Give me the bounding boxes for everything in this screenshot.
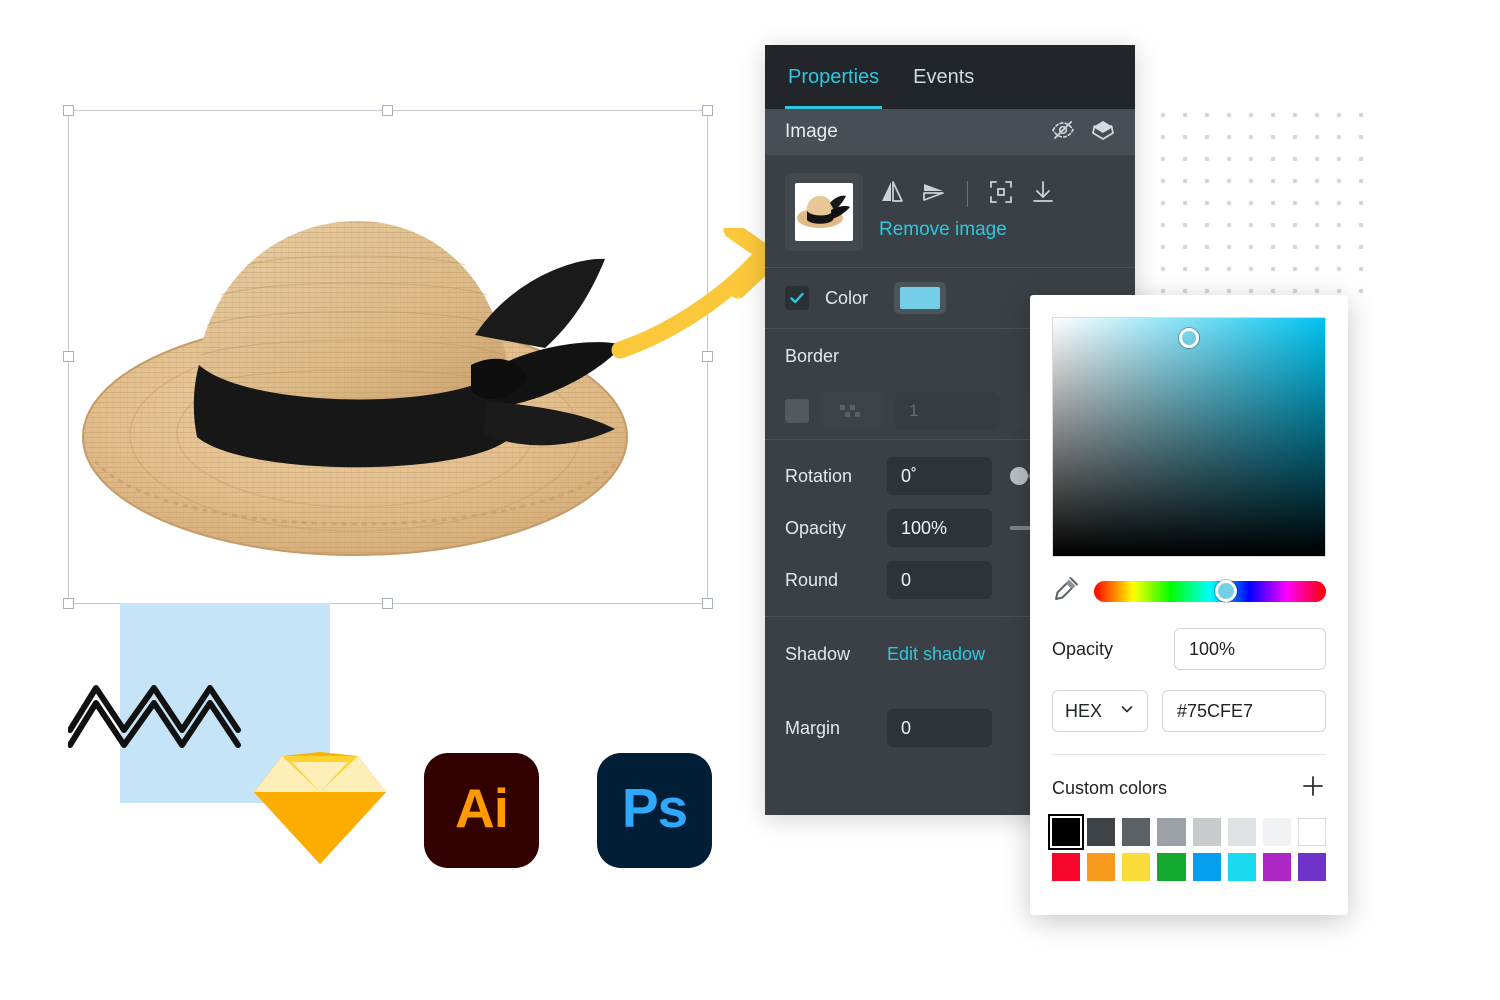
fit-icon[interactable] [988, 179, 1014, 210]
custom-color-swatch[interactable] [1157, 853, 1186, 881]
sv-cursor-handle[interactable] [1179, 328, 1199, 348]
custom-color-swatch[interactable] [1262, 853, 1291, 881]
download-icon[interactable] [1030, 179, 1056, 210]
adobe-illustrator-icon: Ai [424, 753, 539, 868]
custom-colors-grid [1047, 814, 1326, 881]
custom-color-swatch[interactable] [1297, 818, 1326, 846]
resize-handle-middle-left[interactable] [63, 351, 74, 362]
custom-color-swatch[interactable] [1297, 853, 1326, 881]
resize-handle-bottom-center[interactable] [382, 598, 393, 609]
custom-color-swatch[interactable] [1122, 818, 1151, 846]
add-custom-color-button[interactable] [1300, 773, 1326, 804]
flip-horizontal-icon[interactable] [879, 179, 905, 210]
remove-image-link[interactable]: Remove image [879, 219, 1115, 241]
custom-color-swatch[interactable] [1192, 818, 1221, 846]
saturation-value-area[interactable] [1052, 317, 1326, 557]
hue-slider[interactable] [1094, 580, 1326, 602]
round-label: Round [785, 569, 839, 590]
resize-handle-top-center[interactable] [382, 105, 393, 116]
resize-handle-top-right[interactable] [702, 105, 713, 116]
section-title: Image [785, 121, 838, 142]
border-pattern-select[interactable] [821, 392, 883, 430]
ps-label: Ps [621, 777, 688, 839]
color-format-value: HEX [1065, 700, 1103, 721]
tab-properties[interactable]: Properties [785, 45, 883, 109]
picker-opacity-row: Opacity 100% [1052, 628, 1326, 670]
eye-off-icon[interactable] [1051, 118, 1075, 147]
tab-events[interactable]: Events [910, 45, 977, 109]
rotation-input[interactable]: 0˚ [887, 457, 992, 495]
yellow-pointer-arrow [600, 221, 790, 373]
custom-color-swatch[interactable] [1052, 853, 1081, 881]
custom-colors-header: Custom colors [1052, 773, 1326, 804]
custom-color-swatch[interactable] [1262, 818, 1291, 846]
panel-tabs: Properties Events [765, 45, 1135, 109]
ai-label: Ai [455, 777, 509, 839]
resize-handle-bottom-right[interactable] [702, 598, 713, 609]
picker-opacity-input[interactable]: 100% [1174, 628, 1326, 670]
sketch-logo-icon [252, 750, 388, 871]
custom-color-swatch[interactable] [1087, 853, 1116, 881]
hue-row [1052, 575, 1326, 608]
toolbar-divider [967, 181, 968, 207]
color-format-select[interactable]: HEX [1052, 690, 1148, 732]
opacity-label: Opacity [785, 517, 847, 538]
zigzag-lines [67, 670, 273, 760]
picker-format-row: HEX #75CFE7 [1052, 690, 1326, 732]
rotation-label: Rotation [785, 465, 853, 486]
divider [1052, 754, 1326, 755]
panel-section-header: Image [765, 109, 1135, 156]
border-color-swatch[interactable] [785, 399, 809, 423]
app-canvas: Ai Ps Properties Events Image Remove ima… [0, 0, 1500, 1000]
custom-color-swatch[interactable] [1227, 818, 1256, 846]
custom-color-swatch[interactable] [1047, 814, 1085, 850]
hex-value-input[interactable]: #75CFE7 [1162, 690, 1326, 732]
color-swatch-button[interactable] [894, 282, 947, 314]
chevron-down-icon [1119, 701, 1135, 722]
margin-label: Margin [785, 717, 841, 738]
picker-opacity-label: Opacity [1052, 638, 1114, 659]
color-checkbox[interactable] [785, 286, 809, 310]
dot-grid-decoration [1148, 100, 1370, 300]
image-source-row: Remove image [765, 156, 1135, 267]
eyedropper-icon[interactable] [1052, 575, 1080, 608]
custom-color-swatch[interactable] [1192, 853, 1221, 881]
resize-handle-top-left[interactable] [63, 105, 74, 116]
color-swatch-preview [900, 287, 941, 309]
margin-input[interactable]: 0 [887, 709, 992, 747]
opacity-input[interactable]: 100% [887, 509, 992, 547]
border-width-input[interactable]: 1 [895, 392, 1000, 430]
border-label: Border [785, 345, 840, 366]
custom-color-swatch[interactable] [1227, 853, 1256, 881]
round-input[interactable]: 0 [887, 561, 992, 599]
shadow-label: Shadow [785, 643, 851, 664]
resize-handle-bottom-left[interactable] [63, 598, 74, 609]
layers-icon[interactable] [1091, 118, 1115, 147]
edit-shadow-link[interactable]: Edit shadow [887, 644, 985, 665]
custom-color-swatch[interactable] [1087, 818, 1116, 846]
hue-slider-handle[interactable] [1214, 580, 1237, 602]
custom-color-swatch[interactable] [1122, 853, 1151, 881]
image-thumbnail[interactable] [785, 173, 863, 251]
color-picker-popup: Opacity 100% HEX #75CFE7 Custom colors [1030, 295, 1348, 915]
flip-vertical-icon[interactable] [921, 179, 947, 210]
adobe-photoshop-icon: Ps [597, 753, 712, 868]
color-label: Color [825, 287, 869, 308]
custom-colors-title: Custom colors [1052, 778, 1168, 798]
custom-color-swatch[interactable] [1157, 818, 1186, 846]
